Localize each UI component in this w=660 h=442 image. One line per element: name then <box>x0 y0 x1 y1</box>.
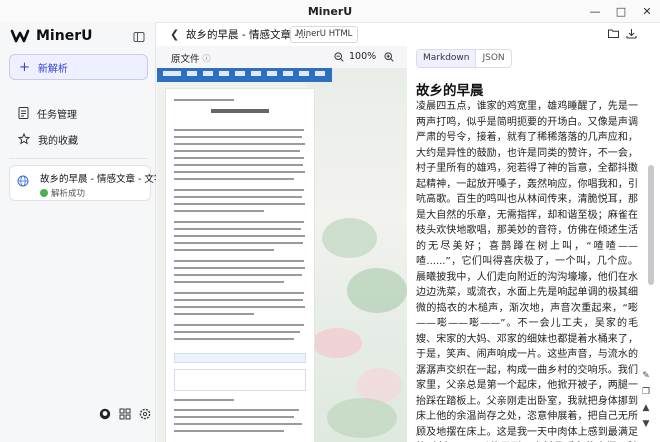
dislike-icon[interactable]: ▼ <box>640 418 652 430</box>
like-icon[interactable]: ▲ <box>640 402 652 414</box>
document-header: ❮ 故乡的早晨 - 情感文章 -... MinerU HTML <box>156 22 660 46</box>
zoom-in-icon[interactable] <box>384 52 394 62</box>
app-name: MinerU <box>36 28 93 44</box>
original-file-heading: 原文件 ⓘ <box>171 51 211 66</box>
article-title: 故乡的早晨 <box>416 83 484 99</box>
result-scrollbar[interactable] <box>648 165 654 285</box>
window-title: MinerU <box>307 4 353 18</box>
mineru-logo-icon <box>10 29 30 43</box>
sidebar-collapse-icon[interactable] <box>133 31 145 43</box>
sidebar-item-label: 任务管理 <box>37 109 77 121</box>
sidebar: MinerU + 新解析 任务管理 我的收藏 故乡的早晨 - 情感文章 - 文字… <box>0 22 173 442</box>
minimize-icon[interactable]: — <box>582 0 608 22</box>
back-icon[interactable]: ❮ <box>170 28 179 41</box>
task-status-label: 解析成功 <box>51 189 86 199</box>
file-list-icon <box>18 107 29 119</box>
tab-json[interactable]: JSON <box>475 50 510 67</box>
original-file-toolbar: 原文件 ⓘ 100% <box>156 46 407 68</box>
apps-icon[interactable] <box>119 408 131 420</box>
zoom-out-icon[interactable] <box>334 52 344 62</box>
parsed-result-pane: Markdown JSON 故乡的早晨 凌晨四五点，谁家的鸡宽里，雄鸡睡醒了，先… <box>408 46 660 442</box>
close-icon[interactable]: ✕ <box>634 0 660 22</box>
sidebar-divider <box>9 158 148 159</box>
zoom-level: 100% <box>349 51 377 62</box>
window-controls: — □ ✕ <box>582 0 660 22</box>
floating-toolbar: ✎ ❐ ▲ ▼ <box>640 370 652 430</box>
task-name: 故乡的早晨 - 情感文章 - 文字站 <box>40 174 173 185</box>
lotus-background-image <box>307 68 407 442</box>
download-icon[interactable] <box>626 28 637 39</box>
new-parse-button[interactable]: + 新解析 <box>9 54 148 80</box>
preview-site-navbar <box>157 68 332 82</box>
plus-icon: + <box>19 59 30 75</box>
success-icon <box>40 189 48 197</box>
globe-icon <box>17 175 29 187</box>
sidebar-item-favorites[interactable]: 我的收藏 <box>9 128 148 150</box>
new-parse-label: 新解析 <box>37 63 68 75</box>
info-icon[interactable]: ⓘ <box>203 53 211 64</box>
result-tabs: Markdown JSON <box>416 49 512 68</box>
copy-icon[interactable]: ❐ <box>640 386 652 398</box>
app-logo: MinerU <box>10 28 92 44</box>
sidebar-item-task-management[interactable]: 任务管理 <box>9 102 148 124</box>
folder-icon[interactable] <box>608 28 619 39</box>
original-file-label: 原文件 <box>171 54 200 65</box>
title-bar: MinerU — □ ✕ <box>0 0 660 23</box>
sidebar-item-label: 我的收藏 <box>38 135 78 147</box>
article-body: 凌晨四五点，谁家的鸡宽里，雄鸡睡醒了，先是一两声打鸣，似乎是简明扼要的开场白。又… <box>416 101 638 438</box>
original-file-pane: 原文件 ⓘ 100% <box>156 46 407 442</box>
settings-icon[interactable] <box>139 408 151 420</box>
star-icon <box>18 133 30 145</box>
sidebar-footer <box>99 408 151 420</box>
preview-article-page <box>165 88 315 442</box>
webpage-preview[interactable] <box>157 68 407 442</box>
magic-wand-icon[interactable]: ✎ <box>640 370 652 382</box>
maximize-icon[interactable]: □ <box>608 0 634 22</box>
tab-markdown[interactable]: Markdown <box>417 50 476 67</box>
task-card[interactable]: 故乡的早晨 - 情感文章 - 文字站 解析成功 <box>9 165 173 201</box>
github-icon[interactable] <box>99 408 111 420</box>
format-chip[interactable]: MinerU HTML <box>290 26 359 43</box>
task-status: 解析成功 <box>40 187 85 199</box>
